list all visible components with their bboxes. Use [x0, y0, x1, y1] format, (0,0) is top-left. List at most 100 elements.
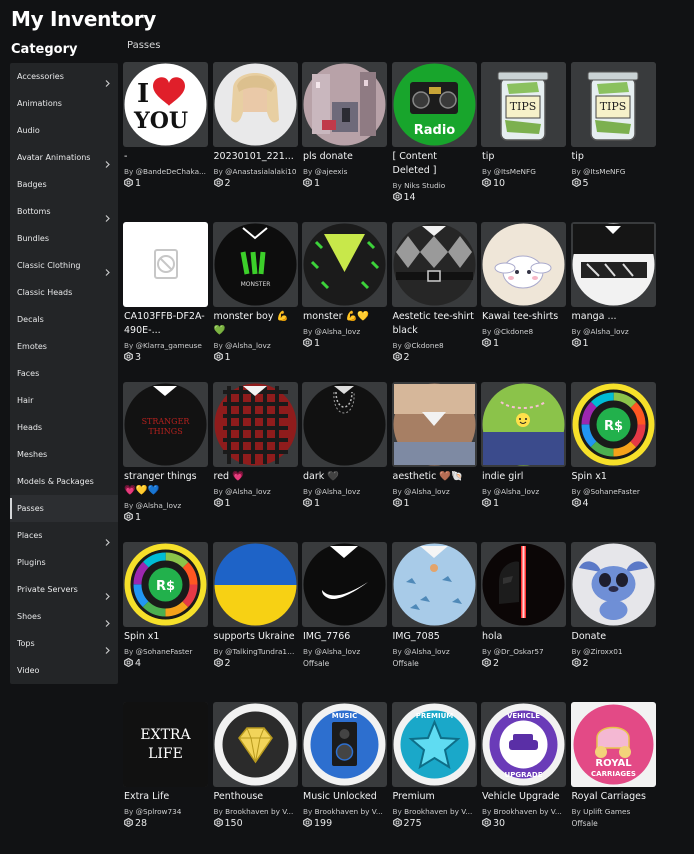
item-creator[interactable]: By @Ckdone8 — [392, 340, 477, 351]
sidebar-item-faces[interactable]: Faces — [10, 360, 118, 387]
item-card[interactable]: MONSTER monster boy 💪💚 By @Alsha_lovz 1 — [212, 222, 298, 372]
creator-name[interactable]: @Ckdone8 — [404, 341, 443, 350]
dino-shirt-icon[interactable] — [391, 542, 477, 627]
sidebar-item-private-servers[interactable]: Private Servers — [10, 576, 118, 603]
item-creator[interactable]: By @ItsMeNFG — [481, 166, 566, 177]
item-name[interactable]: Extra Life — [123, 790, 208, 804]
item-card[interactable]: PREMIUM Premium By Brookhaven by V... 275 — [391, 702, 477, 852]
cinnamoroll-shirt-icon[interactable] — [481, 222, 566, 307]
item-creator[interactable]: By @Alsha_lovz — [481, 486, 566, 497]
sidebar-item-video[interactable]: Video — [10, 657, 118, 684]
creator-name[interactable]: @SohaneFaster — [136, 647, 193, 656]
item-name[interactable]: stranger things 💗💛💙 — [123, 470, 208, 498]
item-card[interactable]: indie girl By @Alsha_lovz 1 — [481, 382, 566, 532]
creator-name[interactable]: @Alsha_lovz — [315, 327, 361, 336]
music-speaker-badge-icon[interactable]: MUSIC — [302, 702, 387, 787]
sidebar-item-bottoms[interactable]: Bottoms — [10, 198, 118, 225]
item-card[interactable]: Aestetic tee-shirt black By @Ckdone8 2 — [391, 222, 477, 372]
creator-name[interactable]: @BandeDeChaka... — [136, 167, 206, 176]
creator-name[interactable]: @Alsha_lovz — [404, 487, 450, 496]
sidebar-item-animations[interactable]: Animations — [10, 90, 118, 117]
item-name[interactable]: Music Unlocked — [302, 790, 387, 804]
creator-name[interactable]: @Ckdone8 — [494, 327, 533, 336]
item-creator[interactable]: By @Alsha_lovz — [392, 646, 477, 657]
sidebar-item-hair[interactable]: Hair — [10, 387, 118, 414]
sidebar-item-bundles[interactable]: Bundles — [10, 225, 118, 252]
item-name[interactable]: - — [123, 150, 208, 164]
item-name[interactable]: Premium — [392, 790, 477, 804]
vehicle-upgrade-badge-icon[interactable]: VEHICLE UPGRADE — [481, 702, 566, 787]
item-name[interactable]: IMG_7085 — [392, 630, 477, 644]
sidebar-item-meshes[interactable]: Meshes — [10, 441, 118, 468]
sidebar-item-models-packages[interactable]: Models & Packages — [10, 468, 118, 495]
creator-name[interactable]: Niks Studio — [404, 181, 445, 190]
item-card[interactable]: manga ... By @Alsha_lovz 1 — [570, 222, 656, 372]
item-creator[interactable]: By Niks Studio — [392, 180, 477, 191]
royal-carriage-badge-icon[interactable]: ROYAL CARRIAGES — [570, 702, 656, 787]
creator-name[interactable]: @Alsha_lovz — [225, 341, 271, 350]
item-creator[interactable]: By @BandeDeChaka... — [123, 166, 208, 177]
creator-name[interactable]: @Alsha_lovz — [315, 647, 361, 656]
item-card[interactable]: IMG_7085 By @Alsha_lovz Offsale — [391, 542, 477, 692]
item-card[interactable]: TIPS tip By @ItsMeNFG 5 — [570, 62, 656, 212]
creator-name[interactable]: @Splrow734 — [136, 807, 182, 816]
blonde-hair-avatar-icon[interactable] — [212, 62, 298, 147]
item-name[interactable]: Royal Carriages — [571, 790, 656, 804]
item-creator[interactable]: By @Ckdone8 — [481, 326, 566, 337]
item-name[interactable]: tip — [481, 150, 566, 164]
item-creator[interactable]: By @Alsha_lovz — [123, 500, 208, 511]
item-creator[interactable]: By @Alsha_lovz — [213, 486, 298, 497]
item-card[interactable]: Donate By @Ziroxx01 2 — [570, 542, 656, 692]
item-name[interactable]: Penthouse — [213, 790, 298, 804]
item-name[interactable]: indie girl — [481, 470, 566, 484]
creator-name[interactable]: @Alsha_lovz — [225, 487, 271, 496]
item-creator[interactable]: By @ajeexis — [302, 166, 387, 177]
stitch-icon[interactable] — [570, 542, 656, 627]
creator-name[interactable]: @TalkingTundra13... — [225, 647, 297, 656]
item-card[interactable]: pls donate By @ajeexis 1 — [302, 62, 387, 212]
sidebar-item-plugins[interactable]: Plugins — [10, 549, 118, 576]
item-name[interactable]: red 💗 — [213, 470, 298, 484]
item-name[interactable]: Kawai tee-shirts — [481, 310, 566, 324]
item-name[interactable]: manga ... — [571, 310, 656, 324]
item-creator[interactable]: By @Alsha_lovz — [302, 646, 387, 657]
creator-name[interactable]: Brookhaven by V... — [404, 807, 472, 816]
item-creator[interactable]: By @Alsha_lovz — [392, 486, 477, 497]
tips-jar-icon[interactable]: TIPS — [481, 62, 566, 147]
item-creator[interactable]: By @Alsha_lovz — [302, 486, 387, 497]
stranger-things-shirt-icon[interactable]: STRANGER THINGS — [123, 382, 208, 467]
item-name[interactable]: aesthetic 🤎🐚 — [392, 470, 477, 484]
item-card[interactable]: red 💗 By @Alsha_lovz 1 — [212, 382, 298, 532]
item-card[interactable]: Penthouse By Brookhaven by V... 150 — [212, 702, 298, 852]
sidebar-item-tops[interactable]: Tops — [10, 630, 118, 657]
creator-name[interactable]: @ajeexis — [315, 167, 348, 176]
item-card[interactable]: R$ Spin x1 By @SohaneFaster 4 — [570, 382, 656, 532]
creator-name[interactable]: @Alsha_lovz — [315, 487, 361, 496]
item-creator[interactable]: By Brookhaven by V... — [213, 806, 298, 817]
indie-shirt-icon[interactable] — [481, 382, 566, 467]
item-name[interactable]: Spin x1 — [571, 470, 656, 484]
item-name[interactable]: Spin x1 — [123, 630, 208, 644]
creator-name[interactable]: @SohaneFaster — [583, 487, 640, 496]
creator-name[interactable]: @Alsha_lovz — [583, 327, 629, 336]
sidebar-item-accessories[interactable]: Accessories — [10, 63, 118, 90]
diamond-badge-icon[interactable] — [212, 702, 298, 787]
ukraine-flag-icon[interactable] — [212, 542, 298, 627]
item-card[interactable]: Radio[ Content Deleted ] By Niks Studio 14 — [391, 62, 477, 212]
item-creator[interactable]: By @Dr_Oskar57 — [481, 646, 566, 657]
darth-vader-lightsaber-icon[interactable] — [481, 542, 566, 627]
tips-jar-icon[interactable]: TIPS — [570, 62, 656, 147]
creator-name[interactable]: @Alsha_lovz — [494, 487, 540, 496]
item-name[interactable]: tip — [571, 150, 656, 164]
item-card[interactable]: MUSIC Music Unlocked By Brookhaven by V...… — [302, 702, 387, 852]
item-creator[interactable]: By @SohaneFaster — [123, 646, 208, 657]
item-name[interactable]: monster 💪💛 — [302, 310, 387, 324]
item-creator[interactable]: By Brookhaven by V... — [302, 806, 387, 817]
creator-name[interactable]: @Anastasialalaki10 — [225, 167, 296, 176]
item-card[interactable]: hola By @Dr_Oskar57 2 — [481, 542, 566, 692]
item-name[interactable]: pls donate — [302, 150, 387, 164]
robux-spin-wheel-icon[interactable]: R$ — [123, 542, 208, 627]
sidebar-item-decals[interactable]: Decals — [10, 306, 118, 333]
item-card[interactable]: dark 🖤 By @Alsha_lovz 1 — [302, 382, 387, 532]
item-card[interactable]: Kawai tee-shirts By @Ckdone8 1 — [481, 222, 566, 372]
